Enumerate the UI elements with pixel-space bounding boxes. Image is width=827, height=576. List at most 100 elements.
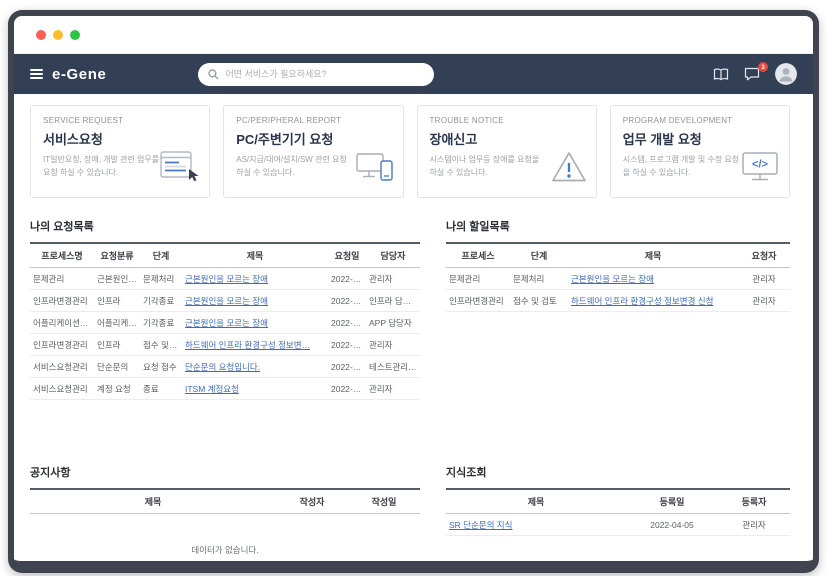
cell-manager: 관리자 xyxy=(366,333,420,356)
cell-date: 2022-0… xyxy=(328,311,366,334)
window-zoom-button[interactable] xyxy=(70,29,80,40)
cell-process: 인프라변경관리 xyxy=(30,333,94,356)
card-trouble-notice[interactable]: TROUBLE NOTICE 장애신고 시스템이나 업무등 장애를 요청을 하실… xyxy=(416,105,597,198)
table-row: 인프라변경관리 인프라 기각종료 근본원인을 모르는 장애 2022-0… 인프… xyxy=(30,289,420,312)
column-header: 프로세스 xyxy=(446,242,510,268)
todo-title-link[interactable]: 하드웨어 인프라 환경구성 정보변경 신청 xyxy=(571,296,713,306)
cell-category: 근본원인… xyxy=(94,267,140,290)
table-row: 문제관리 근본원인… 문제처리 근본원인을 모르는 장애 2022-0… 관리자 xyxy=(30,267,420,290)
cell-manager: APP 담당자 xyxy=(366,311,420,334)
window-close-button[interactable] xyxy=(36,29,46,40)
cell-requester: 관리자 xyxy=(738,267,790,290)
cell-stage: 기각종료 xyxy=(140,311,182,334)
cell-author: 관리자 xyxy=(718,513,790,536)
cell-process: 문제관리 xyxy=(30,267,94,290)
column-header: 요청분류 xyxy=(94,242,140,268)
cell-stage: 종료 xyxy=(140,377,182,400)
search-bar[interactable] xyxy=(198,62,435,86)
cell-category: 계정 요청 xyxy=(94,377,140,400)
header-actions: 3 xyxy=(713,62,797,85)
search-icon xyxy=(208,68,219,79)
request-title-link[interactable]: 단순문의 요청입니다. xyxy=(185,362,260,372)
card-program-development[interactable]: PROGRAM DEVELOPMENT 업무 개발 요청 시스템, 프로그램 개… xyxy=(609,105,790,198)
cell-category: 인프라 xyxy=(94,333,140,356)
avatar[interactable] xyxy=(775,63,797,85)
table-row: 서비스요청관리 계정 요청 종료 ITSM 계정요청 2022-0… 관리자 xyxy=(30,377,420,400)
cell-manager: 인프라 담당자 xyxy=(366,289,420,312)
column-header: 등록일 xyxy=(626,488,718,514)
cell-date: 2022-0… xyxy=(328,267,366,290)
browser-window: e-Gene 3 xyxy=(8,10,819,573)
window-minimize-button[interactable] xyxy=(53,29,63,40)
my-requests-section: 나의 요청목록 프로세스명 요청분류 단계 제목 요청일 담당자 문제관리 근본… xyxy=(30,218,420,400)
card-eyebrow: SERVICE REQUEST xyxy=(43,116,124,125)
cell-date: 2022-0… xyxy=(328,289,366,312)
trouble-notice-icon xyxy=(551,151,587,188)
request-title-link[interactable]: 근본원인을 모르는 장애 xyxy=(185,296,268,306)
cell-stage: 접수 및 검토 xyxy=(510,289,568,312)
cell-manager: 테스트관리자,APP 담당자… xyxy=(366,355,420,378)
svg-text:</>: </> xyxy=(752,159,768,171)
table-row: 문제관리 문제처리 근본원인을 모르는 장애 관리자 xyxy=(446,267,790,290)
table-header-row: 제목 작성자 작성일 xyxy=(30,488,420,514)
card-title: 장애신고 xyxy=(429,132,478,147)
my-requests-table: 프로세스명 요청분류 단계 제목 요청일 담당자 문제관리 근본원인… 문제처리 xyxy=(30,242,420,400)
cell-process: 서비스요청관리 xyxy=(30,377,94,400)
card-service-request[interactable]: SERVICE REQUEST 서비스요청 IT일반요청, 장애, 개발 관련 … xyxy=(30,105,211,198)
request-title-link[interactable]: 근본원인을 모르는 장애 xyxy=(185,274,268,284)
card-pc-report[interactable]: PC/PERIPHERAL REPORT PC/주변기기 요청 AS/지급/대여… xyxy=(223,105,404,198)
pc-report-icon xyxy=(355,153,394,188)
cell-date: 2022-0… xyxy=(328,377,366,400)
table-row: 인프라변경관리 접수 및 검토 하드웨어 인프라 환경구성 정보변경 신청 관리… xyxy=(446,289,790,312)
cell-title: 하드웨어 인프라 환경구성 정보변경 신청 xyxy=(568,289,738,312)
column-header: 작성일 xyxy=(348,488,420,514)
card-title: PC/주변기기 요청 xyxy=(236,132,334,147)
knowledge-title-link[interactable]: SR 단순문의 지식 xyxy=(449,520,512,530)
column-header: 단계 xyxy=(510,242,568,268)
manual-icon[interactable] xyxy=(713,68,729,81)
cell-title: 근본원인을 모르는 장애 xyxy=(182,267,328,290)
card-eyebrow: TROUBLE NOTICE xyxy=(429,116,504,125)
cell-process: 어플리케이션… xyxy=(30,311,94,334)
menu-icon[interactable] xyxy=(30,67,43,81)
cell-date: 2022-0… xyxy=(328,333,366,356)
request-title-link[interactable]: 근본원인을 모르는 장애 xyxy=(185,318,268,328)
card-title: 업무 개발 요청 xyxy=(622,132,702,147)
cell-requester: 관리자 xyxy=(738,289,790,312)
logo-area: e-Gene xyxy=(30,66,106,83)
table-header-row: 프로세스명 요청분류 단계 제목 요청일 담당자 xyxy=(30,242,420,268)
cell-title: 근본원인을 모르는 장애 xyxy=(182,311,328,334)
table-row: SR 단순문의 지식 2022-04-05 관리자 xyxy=(446,513,790,536)
request-title-link[interactable]: ITSM 계정요청 xyxy=(185,384,239,394)
card-title: 서비스요청 xyxy=(43,132,103,147)
cell-date: 2022-0… xyxy=(328,355,366,378)
column-header: 제목 xyxy=(182,242,328,268)
my-todos-table: 프로세스 단계 제목 요청자 문제관리 문제처리 근본원인을 모르는 장애 관리… xyxy=(446,242,790,312)
column-header: 담당자 xyxy=(366,242,420,268)
notices-table: 제목 작성자 작성일 xyxy=(30,488,420,514)
column-header: 제목 xyxy=(568,242,738,268)
cell-process: 서비스요청관리 xyxy=(30,355,94,378)
column-header: 작성자 xyxy=(276,488,348,514)
section-title-knowledge: 지식조회 xyxy=(446,467,487,479)
service-request-icon xyxy=(160,151,200,188)
person-icon xyxy=(775,63,797,85)
knowledge-table: 제목 등록일 등록자 SR 단순문의 지식 2022-04-05 관리자 xyxy=(446,488,790,536)
notification-badge: 3 xyxy=(758,62,768,72)
cell-date: 2022-04-05 xyxy=(626,513,718,536)
cell-process: 인프라변경관리 xyxy=(446,289,510,312)
cell-stage: 문제처리 xyxy=(510,267,568,290)
cell-category: 어플리케… xyxy=(94,311,140,334)
search-input[interactable] xyxy=(225,69,425,79)
table-row: 인프라변경관리 인프라 접수 및 … 하드웨어 인프라 환경구성 정보변… 20… xyxy=(30,333,420,356)
cell-title: 근본원인을 모르는 장애 xyxy=(568,267,738,290)
section-title-my-requests: 나의 요청목록 xyxy=(30,221,94,233)
request-title-link[interactable]: 하드웨어 인프라 환경구성 정보변… xyxy=(185,340,310,350)
cell-category: 인프라 xyxy=(94,289,140,312)
todo-title-link[interactable]: 근본원인을 모르는 장애 xyxy=(571,274,654,284)
program-dev-icon: </> xyxy=(740,152,780,188)
cell-title: 근본원인을 모르는 장애 xyxy=(182,289,328,312)
column-header: 등록자 xyxy=(718,488,790,514)
table-row: 서비스요청관리 단순문의 요청 접수 단순문의 요청입니다. 2022-0… 테… xyxy=(30,355,420,378)
chat-icon[interactable]: 3 xyxy=(744,62,768,81)
